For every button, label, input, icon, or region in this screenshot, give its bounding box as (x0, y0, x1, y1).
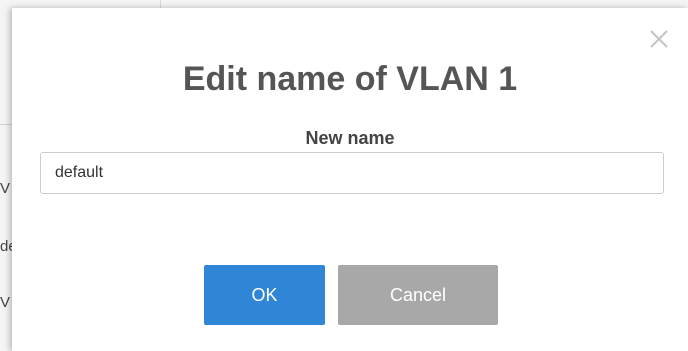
cancel-button[interactable]: Cancel (338, 265, 498, 325)
edit-vlan-name-dialog: Edit name of VLAN 1 New name OK Cancel (12, 8, 688, 351)
new-name-label: New name (305, 128, 395, 148)
ok-button[interactable]: OK (204, 265, 325, 325)
background-divider (0, 124, 12, 125)
dialog-title: Edit name of VLAN 1 (182, 60, 518, 98)
close-icon (650, 30, 668, 48)
new-name-input[interactable] (40, 152, 664, 194)
close-button[interactable] (648, 28, 670, 50)
